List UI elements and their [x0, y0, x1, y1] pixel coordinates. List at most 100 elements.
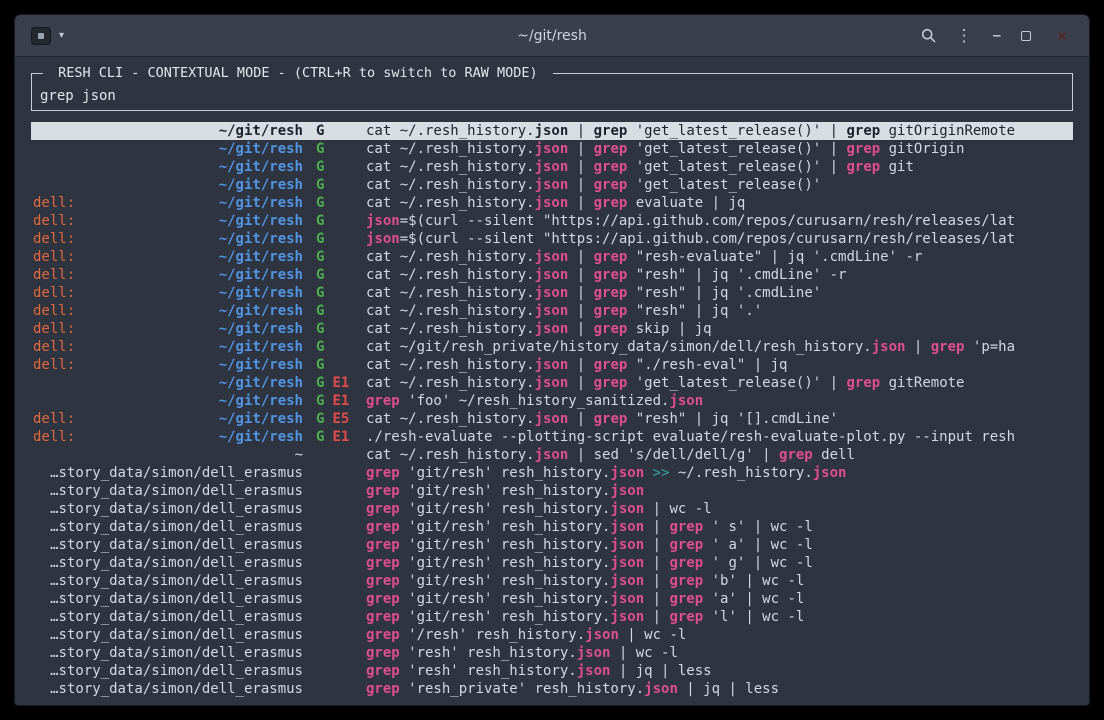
command-text: cat ~/.resh_history.json | grep 'get_lat…: [366, 140, 1073, 158]
directory-label: ~/git/resh: [219, 122, 303, 140]
query-match: grep: [669, 555, 703, 571]
flags-cell: GE1: [303, 392, 366, 410]
git-flag: G: [316, 230, 324, 248]
minimize-button[interactable]: –: [993, 28, 1001, 43]
context-cell: …story_data/simon/dell_erasmus: [31, 482, 303, 500]
command-text: cat ~/.resh_history.json | sed 's/dell/d…: [366, 446, 1073, 464]
context-cell: dell: ~/git/resh: [31, 428, 303, 446]
close-button[interactable]: ✕: [1051, 25, 1073, 47]
history-row[interactable]: ~/git/resh G cat ~/.resh_history.json | …: [31, 122, 1073, 140]
history-row[interactable]: dell: ~/git/resh GE1 ./resh-evaluate --p…: [31, 428, 1073, 446]
history-row[interactable]: …story_data/simon/dell_erasmus grep 'git…: [31, 554, 1073, 572]
history-row[interactable]: …story_data/simon/dell_erasmus grep 'git…: [31, 464, 1073, 482]
git-flag: G: [316, 374, 324, 392]
command-text: grep 'foo' ~/resh_history_sanitized.json: [366, 392, 1073, 410]
history-row[interactable]: dell: ~/git/resh G cat ~/.resh_history.j…: [31, 194, 1073, 212]
terminal-tab-button[interactable]: ▾: [31, 27, 64, 45]
history-row[interactable]: dell: ~/git/resh G json=$(curl --silent …: [31, 212, 1073, 230]
command-text: cat ~/.resh_history.json | grep 'get_lat…: [366, 176, 1073, 194]
history-row[interactable]: dell: ~/git/resh G cat ~/git/resh_privat…: [31, 338, 1073, 356]
flags-cell: [303, 518, 366, 536]
context-cell: dell: ~/git/resh: [31, 212, 303, 230]
git-flag: G: [316, 284, 324, 302]
history-row[interactable]: …story_data/simon/dell_erasmus grep 'git…: [31, 608, 1073, 626]
history-row[interactable]: dell: ~/git/resh G cat ~/.resh_history.j…: [31, 284, 1073, 302]
history-row[interactable]: ~/git/resh G cat ~/.resh_history.json | …: [31, 158, 1073, 176]
command-text: cat ~/.resh_history.json | grep 'get_lat…: [366, 122, 1073, 140]
query-match: json: [535, 411, 569, 427]
directory-label: ~/git/resh: [219, 194, 303, 212]
git-flag: G: [316, 266, 324, 284]
history-row[interactable]: …story_data/simon/dell_erasmus grep 'git…: [31, 518, 1073, 536]
directory-label: ~/git/resh: [219, 176, 303, 194]
context-cell: dell: ~/git/resh: [31, 356, 303, 374]
git-flag: G: [316, 248, 324, 266]
query-match: json: [535, 321, 569, 337]
history-row[interactable]: …story_data/simon/dell_erasmus grep 'git…: [31, 536, 1073, 554]
query-match: json: [813, 465, 847, 481]
history-row[interactable]: ~/git/resh GE1 grep 'foo' ~/resh_history…: [31, 392, 1073, 410]
history-row[interactable]: dell: ~/git/resh G cat ~/.resh_history.j…: [31, 266, 1073, 284]
menu-button[interactable]: ⋮: [956, 27, 973, 44]
query-match: grep: [366, 519, 400, 535]
search-button[interactable]: [921, 28, 936, 43]
command-text: grep 'git/resh' resh_history.json | grep…: [366, 608, 1073, 626]
desktop-background: ▾ ~/git/resh ⋮ – ✕ RESH CLI - CONTEXTUAL…: [0, 0, 1104, 720]
terminal-window: ▾ ~/git/resh ⋮ – ✕ RESH CLI - CONTEXTUAL…: [14, 14, 1090, 706]
directory-label: ~/git/resh: [219, 392, 303, 410]
flags-cell: G: [303, 266, 366, 284]
command-text: grep 'git/resh' resh_history.json: [366, 482, 1073, 500]
command-text: grep 'git/resh' resh_history.json | grep…: [366, 554, 1073, 572]
query-match: json: [610, 501, 644, 517]
history-row[interactable]: dell: ~/git/resh G cat ~/.resh_history.j…: [31, 302, 1073, 320]
query-match: json: [577, 663, 611, 679]
restore-button[interactable]: [1021, 31, 1031, 41]
flags-cell: G: [303, 176, 366, 194]
titlebar[interactable]: ▾ ~/git/resh ⋮ – ✕: [15, 15, 1089, 57]
history-row[interactable]: dell: ~/git/resh G cat ~/.resh_history.j…: [31, 320, 1073, 338]
history-row[interactable]: …story_data/simon/dell_erasmus grep 'git…: [31, 500, 1073, 518]
query-match: grep: [594, 249, 628, 265]
context-cell: …story_data/simon/dell_erasmus: [31, 590, 303, 608]
git-flag: G: [316, 176, 324, 194]
command-text: cat ~/git/resh_private/history_data/simo…: [366, 338, 1073, 356]
command-text: cat ~/.resh_history.json | grep "resh" |…: [366, 410, 1073, 428]
query-match: json: [535, 267, 569, 283]
history-row[interactable]: …story_data/simon/dell_erasmus grep 'res…: [31, 662, 1073, 680]
query-match: grep: [594, 411, 628, 427]
history-row[interactable]: …story_data/simon/dell_erasmus grep 'git…: [31, 590, 1073, 608]
flags-cell: G: [303, 356, 366, 374]
context-cell: …story_data/simon/dell_erasmus: [31, 554, 303, 572]
query-match: grep: [366, 501, 400, 517]
history-row[interactable]: dell: ~/git/resh GE5 cat ~/.resh_history…: [31, 410, 1073, 428]
exit-error-flag: E1: [332, 374, 349, 392]
search-query-input[interactable]: grep json: [40, 87, 1064, 105]
history-row[interactable]: ~/git/resh GE1 cat ~/.resh_history.json …: [31, 374, 1073, 392]
directory-label: ~/git/resh: [219, 320, 303, 338]
query-match: grep: [594, 177, 628, 193]
history-row[interactable]: …story_data/simon/dell_erasmus grep '/re…: [31, 626, 1073, 644]
history-row[interactable]: dell: ~/git/resh G cat ~/.resh_history.j…: [31, 356, 1073, 374]
history-row[interactable]: dell: ~/git/resh G cat ~/.resh_history.j…: [31, 248, 1073, 266]
history-row[interactable]: …story_data/simon/dell_erasmus grep 'git…: [31, 572, 1073, 590]
directory-label: …story_data/simon/dell_erasmus: [50, 626, 303, 644]
context-cell: …story_data/simon/dell_erasmus: [31, 464, 303, 482]
directory-label: ~/git/resh: [219, 410, 303, 428]
query-match: grep: [594, 159, 628, 175]
history-row[interactable]: …story_data/simon/dell_erasmus grep 'res…: [31, 680, 1073, 698]
history-row[interactable]: ~ cat ~/.resh_history.json | sed 's/dell…: [31, 446, 1073, 464]
query-match: json: [610, 483, 644, 499]
flags-cell: G: [303, 212, 366, 230]
query-match: grep: [594, 321, 628, 337]
tab-dropdown-caret-icon: ▾: [59, 31, 64, 41]
history-row[interactable]: ~/git/resh G cat ~/.resh_history.json | …: [31, 140, 1073, 158]
history-row[interactable]: …story_data/simon/dell_erasmus grep 'res…: [31, 644, 1073, 662]
flags-cell: G: [303, 194, 366, 212]
query-match: json: [669, 393, 703, 409]
history-row[interactable]: …story_data/simon/dell_erasmus grep 'git…: [31, 482, 1073, 500]
directory-label: ~/git/resh: [219, 302, 303, 320]
directory-label: ~/git/resh: [219, 284, 303, 302]
history-row[interactable]: ~/git/resh G cat ~/.resh_history.json | …: [31, 176, 1073, 194]
history-row[interactable]: dell: ~/git/resh G json=$(curl --silent …: [31, 230, 1073, 248]
git-flag: G: [316, 302, 324, 320]
